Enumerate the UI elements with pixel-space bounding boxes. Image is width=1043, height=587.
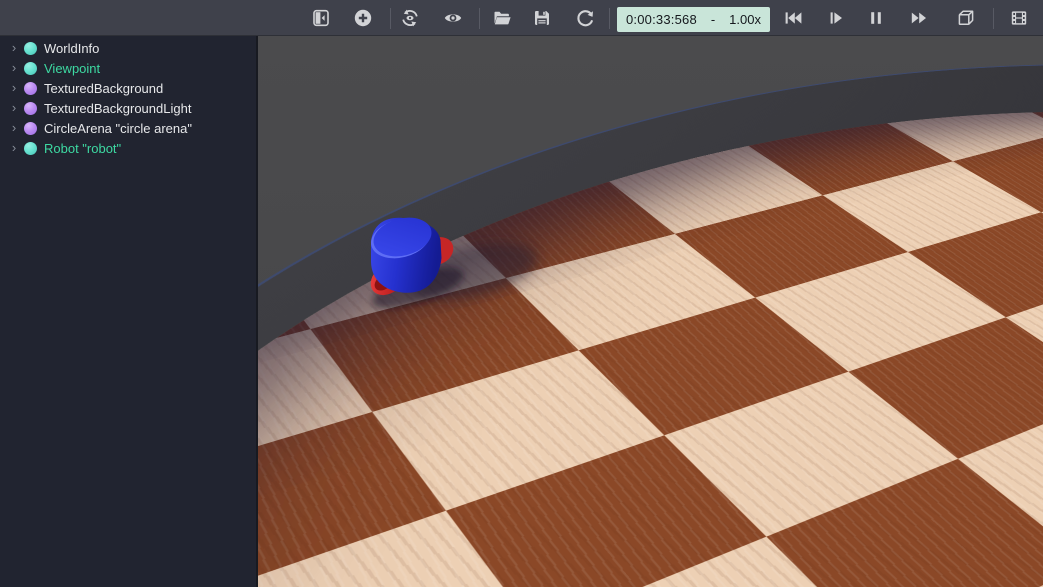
open-world-button[interactable] [484, 3, 520, 33]
step-forward-icon [826, 8, 846, 28]
main-toolbar: 0:00:33:568 - 1.00x [0, 0, 1043, 36]
scene-tree-item-robot[interactable]: › Robot "robot" [0, 138, 256, 158]
simulation-time-display: 0:00:33:568 - 1.00x [617, 7, 770, 32]
floppy-icon [532, 8, 552, 28]
toggle-rendering-button[interactable] [435, 3, 471, 33]
node-icon [24, 62, 37, 75]
robot[interactable] [338, 196, 548, 326]
scene-tree-item-worldinfo[interactable]: › WorldInfo [0, 38, 256, 58]
node-icon [24, 102, 37, 115]
webots-window: 0:00:33:568 - 1.00x [0, 0, 1043, 587]
expand-chevron[interactable]: › [7, 118, 21, 138]
node-icon [24, 142, 37, 155]
film-icon [1009, 8, 1029, 28]
expand-chevron[interactable]: › [7, 78, 21, 98]
node-label: Robot "robot" [44, 141, 121, 156]
eye-icon [443, 8, 463, 28]
node-icon [24, 122, 37, 135]
time-speed-dash: - [711, 12, 715, 27]
scene-tree-item-texturedbackground[interactable]: › TexturedBackground [0, 78, 256, 98]
panel-toggle-icon [311, 8, 331, 28]
fast-forward-icon [909, 8, 929, 28]
node-label: Viewpoint [44, 61, 100, 76]
record-movie-button[interactable] [1001, 3, 1037, 33]
scene-tree-panel: › WorldInfo › Viewpoint › TexturedBackgr… [0, 36, 258, 587]
pause-button[interactable] [858, 3, 894, 33]
orbit-reset-icon [400, 8, 420, 28]
node-icon [24, 42, 37, 55]
expand-chevron[interactable]: › [7, 38, 21, 58]
folder-open-icon [492, 8, 512, 28]
node-label: TexturedBackground [44, 81, 163, 96]
fast-forward-button[interactable] [901, 3, 937, 33]
expand-chevron[interactable]: › [7, 58, 21, 78]
node-label: CircleArena "circle arena" [44, 121, 192, 136]
toggle-scene-tree-button[interactable] [303, 3, 339, 33]
cube-icon [956, 8, 976, 28]
restore-viewpoint-button[interactable] [392, 3, 428, 33]
speed-factor: 1.00x [729, 12, 761, 27]
scene-tree-item-viewpoint[interactable]: › Viewpoint [0, 58, 256, 78]
save-world-button[interactable] [524, 3, 560, 33]
3d-viewport[interactable] [258, 36, 1043, 587]
reload-icon [575, 8, 595, 28]
toolbar-separator [609, 8, 610, 29]
reload-world-button[interactable] [567, 3, 603, 33]
plus-circle-icon [353, 8, 373, 28]
rewind-button[interactable] [775, 3, 811, 33]
node-label: WorldInfo [44, 41, 99, 56]
expand-chevron[interactable]: › [7, 98, 21, 118]
pause-icon [866, 8, 886, 28]
step-button[interactable] [818, 3, 854, 33]
add-node-button[interactable] [345, 3, 381, 33]
scene-tree-item-texturedbackgroundlight[interactable]: › TexturedBackgroundLight [0, 98, 256, 118]
expand-chevron[interactable]: › [7, 138, 21, 158]
scene-tree-item-circlearena[interactable]: › CircleArena "circle arena" [0, 118, 256, 138]
simulation-time: 0:00:33:568 [626, 12, 697, 27]
toolbar-separator [993, 8, 994, 29]
toolbar-separator [390, 8, 391, 29]
rendering-mode-button[interactable] [948, 3, 984, 33]
node-label: TexturedBackgroundLight [44, 101, 191, 116]
skip-back-icon [783, 8, 803, 28]
node-icon [24, 82, 37, 95]
toolbar-separator [479, 8, 480, 29]
